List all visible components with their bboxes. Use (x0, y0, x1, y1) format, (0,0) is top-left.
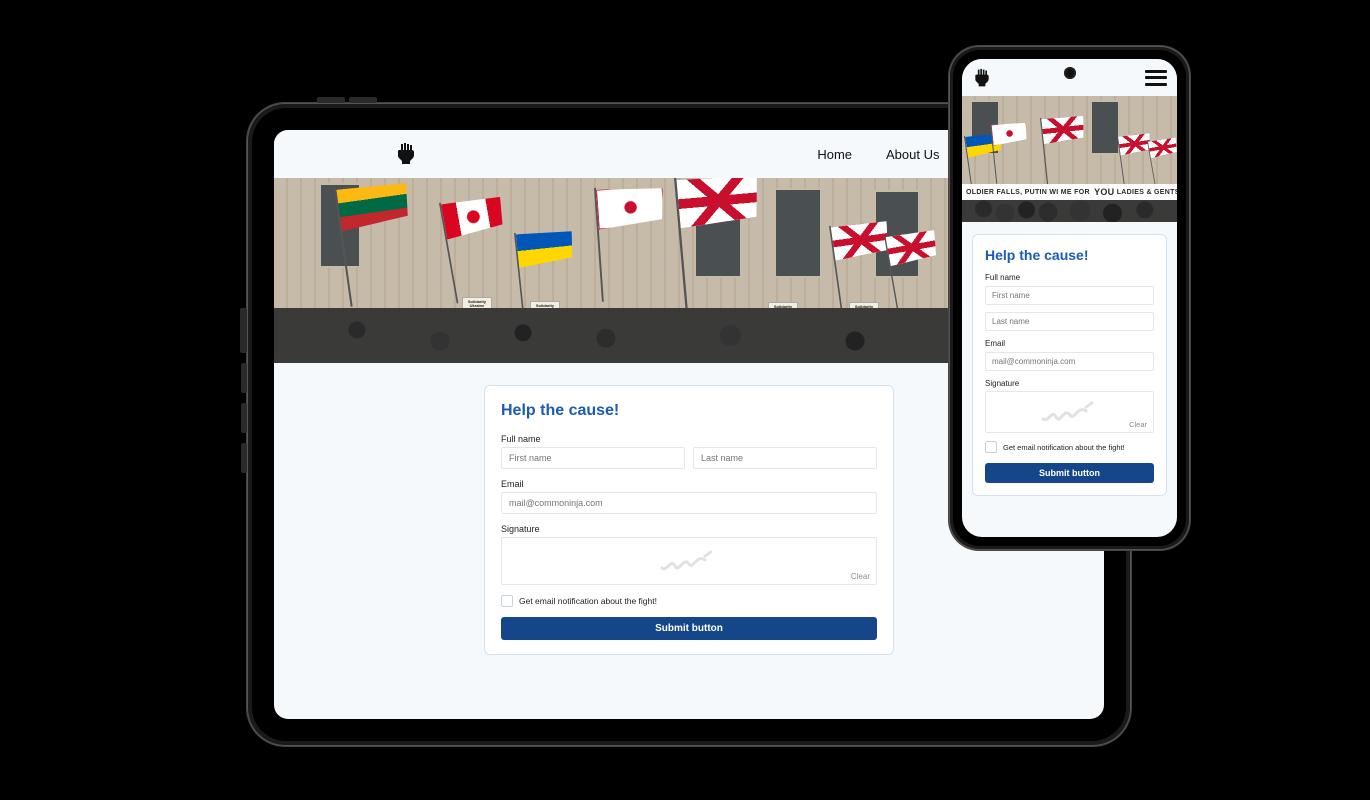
first-name-input[interactable] (501, 447, 685, 469)
signature-pad[interactable]: Clear (985, 391, 1154, 433)
tablet-volume-button (241, 363, 247, 393)
hamburger-menu-icon[interactable] (1145, 70, 1167, 86)
notify-checkbox[interactable] (985, 441, 997, 453)
notify-checkbox-label: Get email notification about the fight! (519, 596, 657, 606)
signature-squiggle-icon (1040, 399, 1100, 425)
fullname-label: Full name (501, 434, 877, 444)
phone-screen: OLDIER FALLS, PUTIN WI ME FOR YOU LADIES… (962, 59, 1177, 537)
tablet-volume-button (241, 443, 247, 473)
tablet-power-button (240, 308, 247, 353)
tablet-top-button (317, 97, 345, 103)
last-name-input[interactable] (985, 312, 1154, 331)
form-title: Help the cause! (501, 402, 877, 420)
hero-window (774, 188, 822, 278)
email-label: Email (501, 479, 877, 489)
last-name-input[interactable] (693, 447, 877, 469)
hero-banner-text: OLDIER FALLS, PUTIN WI ME FOR YOU LADIES… (962, 184, 1177, 200)
signature-pad[interactable]: Clear (501, 537, 877, 585)
email-input[interactable] (501, 492, 877, 514)
first-name-input[interactable] (985, 286, 1154, 305)
signature-squiggle-icon (659, 548, 719, 574)
mobile-petition-form-card: Help the cause! Full name Email Signatur… (972, 234, 1167, 496)
email-label: Email (985, 339, 1154, 348)
signature-clear-button[interactable]: Clear (851, 572, 870, 581)
tablet-volume-button (241, 403, 247, 433)
submit-button[interactable]: Submit button (985, 463, 1154, 483)
tablet-top-button (349, 97, 377, 103)
form-title: Help the cause! (985, 247, 1154, 263)
mobile-hero-image: OLDIER FALLS, PUTIN WI ME FOR YOU LADIES… (962, 96, 1177, 222)
fullname-label: Full name (985, 273, 1154, 282)
signature-clear-button[interactable]: Clear (1129, 420, 1147, 429)
phone-camera-icon (1064, 67, 1076, 79)
nav-about[interactable]: About Us (886, 147, 939, 162)
hero-window (1090, 100, 1120, 155)
phone-device-frame: OLDIER FALLS, PUTIN WI ME FOR YOU LADIES… (949, 46, 1190, 550)
notify-checkbox[interactable] (501, 595, 513, 607)
signature-label: Signature (501, 524, 877, 534)
hero-crowd (962, 200, 1177, 222)
nav-home[interactable]: Home (817, 147, 852, 162)
fist-logo-icon[interactable] (394, 142, 418, 166)
fist-logo-icon[interactable] (972, 68, 992, 88)
notify-checkbox-label: Get email notification about the fight! (1003, 443, 1125, 452)
submit-button[interactable]: Submit button (501, 617, 877, 640)
email-input[interactable] (985, 352, 1154, 371)
phone-bezel: OLDIER FALLS, PUTIN WI ME FOR YOU LADIES… (953, 50, 1186, 546)
signature-label: Signature (985, 379, 1154, 388)
petition-form-card: Help the cause! Full name Email Signa (484, 385, 894, 655)
